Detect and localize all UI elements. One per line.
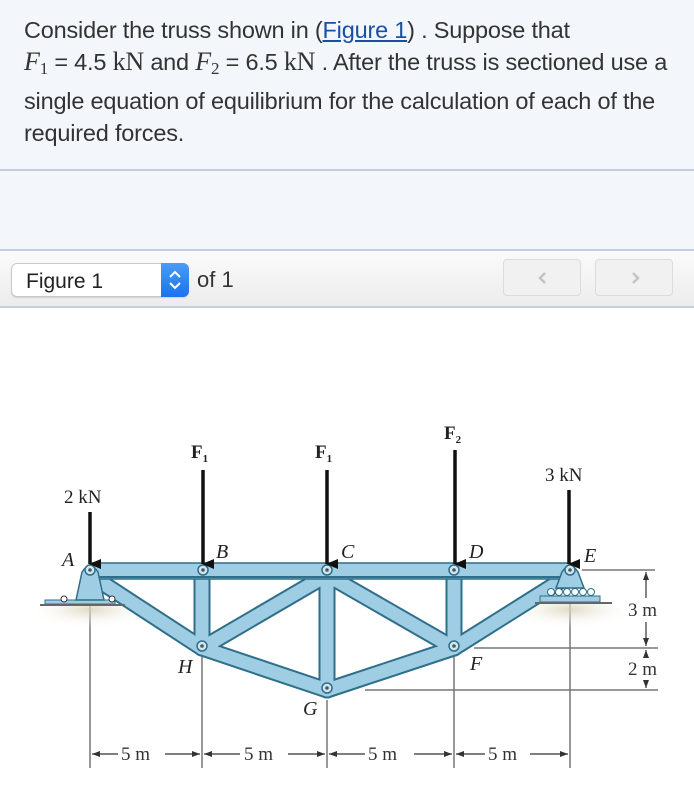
f1-symbol: F1 <box>24 47 48 78</box>
next-figure-button[interactable] <box>595 259 673 296</box>
f1-value: = 4.5 <box>48 49 113 75</box>
question-panel: Consider the truss shown in (Figure 1) .… <box>0 0 694 171</box>
member-hg <box>195 641 334 697</box>
previous-figure-button[interactable] <box>503 259 581 296</box>
f2-symbol: F2 <box>195 47 220 78</box>
figure-select-value: Figure 1 <box>26 270 104 293</box>
dimension-label-span2: 5 m <box>244 744 273 765</box>
figure-navigation-bar: Figure 1 of 1 <box>0 251 694 308</box>
joint-label-g: G <box>303 698 318 720</box>
chevron-left-icon <box>538 272 546 284</box>
dimension-label-height2: 2 m <box>628 659 657 680</box>
truss-diagram: 2 kN F1 F1 F2 3 kN A B C D E F G H 5 m 5… <box>35 423 658 768</box>
chevron-right-icon <box>632 272 640 284</box>
figure-1-link[interactable]: Figure 1 <box>323 17 408 43</box>
load-label-c: F1 <box>315 442 332 465</box>
answer-area <box>0 171 694 251</box>
load-label-e: 3 kN <box>545 465 583 486</box>
truss-figure: 2 kN F1 F1 F2 3 kN A B C D E F G H 5 m 5… <box>0 310 694 794</box>
joint-label-a: A <box>60 549 75 571</box>
dimension-label-span4: 5 m <box>488 744 517 765</box>
load-label-b: F1 <box>191 442 208 465</box>
joint-label-c: C <box>341 541 355 563</box>
question-text-part: and <box>143 49 196 75</box>
member-hc <box>195 568 334 655</box>
truss-members <box>81 562 579 699</box>
question-text-part: Consider the truss shown in ( <box>24 17 323 43</box>
load-label-d: F2 <box>444 423 462 446</box>
joint-label-b: B <box>216 541 228 563</box>
load-arrows <box>88 450 580 569</box>
figure-count-label: of 1 <box>197 267 234 292</box>
select-stepper-icon[interactable] <box>161 263 189 297</box>
load-label-a: 2 kN <box>64 487 102 508</box>
dimension-label-span3: 5 m <box>368 744 397 765</box>
member-gf <box>320 641 461 697</box>
question-text: Consider the truss shown in (Figure 1) .… <box>24 14 670 149</box>
f2-unit: kN <box>283 47 316 76</box>
joint-label-f: F <box>469 653 483 675</box>
dimension-label-span1: 5 m <box>121 744 150 765</box>
joint-label-h: H <box>177 656 194 678</box>
f2-value: = 6.5 <box>219 49 284 75</box>
member-cf <box>320 568 461 655</box>
question-text-part: ) . Suppose that <box>407 17 570 43</box>
dimension-label-height1: 3 m <box>628 600 657 621</box>
f1-unit: kN <box>112 47 145 76</box>
figure-select[interactable]: Figure 1 <box>11 263 189 297</box>
joint-label-e: E <box>583 545 596 567</box>
joint-label-d: D <box>468 541 484 563</box>
